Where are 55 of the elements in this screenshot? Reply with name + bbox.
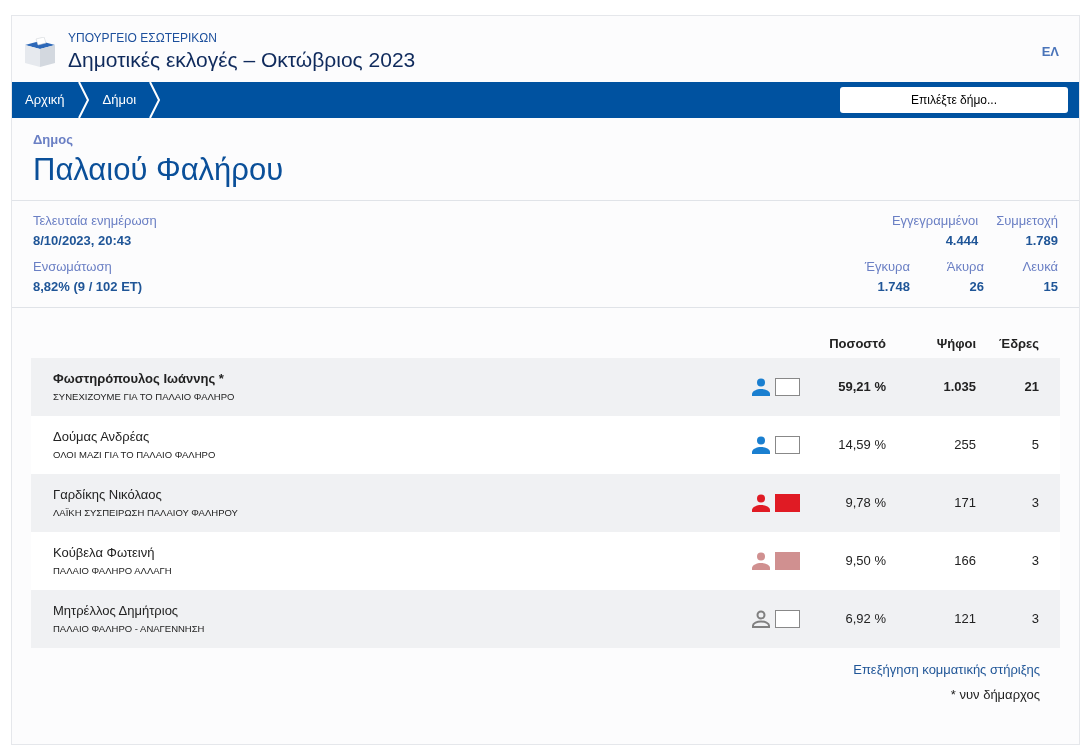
stat-label: Έγκυρα [864,257,910,276]
footnote: * νυν δήμαρχος [950,686,1040,704]
candidate-name: Μητρέλλος Δημήτριος [53,601,180,620]
breadcrumb-link[interactable]: Αρχική [12,90,78,110]
column-header: Ποσοστό [828,334,886,353]
support-explanation-link[interactable]: Επεξήγηση κομματικής στήριξης [853,659,1040,679]
votes-cell-text: 171 [953,493,976,512]
stat-label: Άκυρα [946,257,984,276]
stat-value: 4.444 [945,231,979,250]
column-header: Έδρες [998,334,1040,353]
candidate-name: Φωστηρόπουλος Ιωάννης * [53,369,225,388]
stat-label: Εγγεγραμμένοι [891,211,979,230]
info-value: 8/10/2023, 20:43 [33,231,133,250]
breadcrumb-separator-icon [149,82,162,118]
percent-cell-text: 14,59 % [837,435,886,454]
seats-cell-text: 5 [1030,435,1040,454]
party-name: ΠΑΛΑΙΟ ΦΑΛΗΡΟ - ΑΝΑΓΕΝΝΗΣΗ [53,621,206,636]
info-value: 8,82% (9 / 102 ΕΤ) [33,277,144,296]
stat-value: 26 [969,277,984,296]
stat-label: Συμμετοχή [996,211,1058,230]
info-label: Ενσωμάτωση [33,257,113,276]
stat-value: 1.789 [1025,231,1058,250]
ministry-name: ΥΠΟΥΡΓΕΙΟ ΕΣΩΤΕΡΙΚΩΝ [68,30,218,46]
seats-cell-text: 21 [1023,377,1040,396]
page-title: Δημοτικές εκλογές – Οκτώβριος 2023 [68,47,416,73]
column-header: Ψήφοι [935,334,976,353]
percent-cell-text: 59,21 % [837,377,886,396]
party-name: ΛΑΪΚΗ ΣΥΣΠΕΙΡΩΣΗ ΠΑΛΑΙΟΥ ΦΑΛΗΡΟΥ [53,505,239,520]
candidate-name: Κούβελα Φωτεινή [53,543,156,562]
votes-cell-text: 255 [953,435,976,454]
ballot-box-icon [24,37,56,67]
info-label: Τελευταία ενημέρωση [33,211,157,230]
party-name: ΣΥΝΕΧΙΖΟΥΜΕ ΓΙΑ ΤΟ ΠΑΛΑΙΟ ΦΑΛΗΡΟ [53,389,236,404]
seats-cell-text: 3 [1030,493,1040,512]
stat-value: 1.748 [877,277,910,296]
candidate-name: Γαρδίκης Νικόλαος [53,485,163,504]
seats-cell-text: 3 [1030,551,1040,570]
percent-cell-text: 9,50 % [844,551,886,570]
stat-value: 15 [1043,277,1058,296]
breadcrumb-separator-icon [77,82,90,118]
language-link[interactable]: ΕΛ [1041,42,1059,62]
percent-cell-text: 6,92 % [844,609,886,628]
votes-cell-text: 1.035 [942,377,976,396]
breadcrumb-link[interactable]: Δήμοι [89,90,150,110]
percent-cell-text: 9,78 % [844,493,886,512]
votes-cell-text: 166 [953,551,976,570]
votes-cell-text: 121 [953,609,976,628]
stat-label: Λευκά [1022,257,1058,276]
party-name: ΠΑΛΑΙΟ ΦΑΛΗΡΟ ΑΛΛΑΓΗ [53,563,173,578]
party-name: ΟΛΟΙ ΜΑΖΙ ΓΙΑ ΤΟ ΠΑΛΑΙΟ ΦΑΛΗΡΟ [53,447,217,462]
municipality-name: Παλαιού Φαλήρου [33,150,285,189]
seats-cell-text: 3 [1030,609,1040,628]
candidate-name: Δούμας Ανδρέας [53,427,151,446]
municipality-select[interactable]: Επιλέξτε δήμο... [840,87,1068,113]
section-label: Δημος [33,131,74,149]
